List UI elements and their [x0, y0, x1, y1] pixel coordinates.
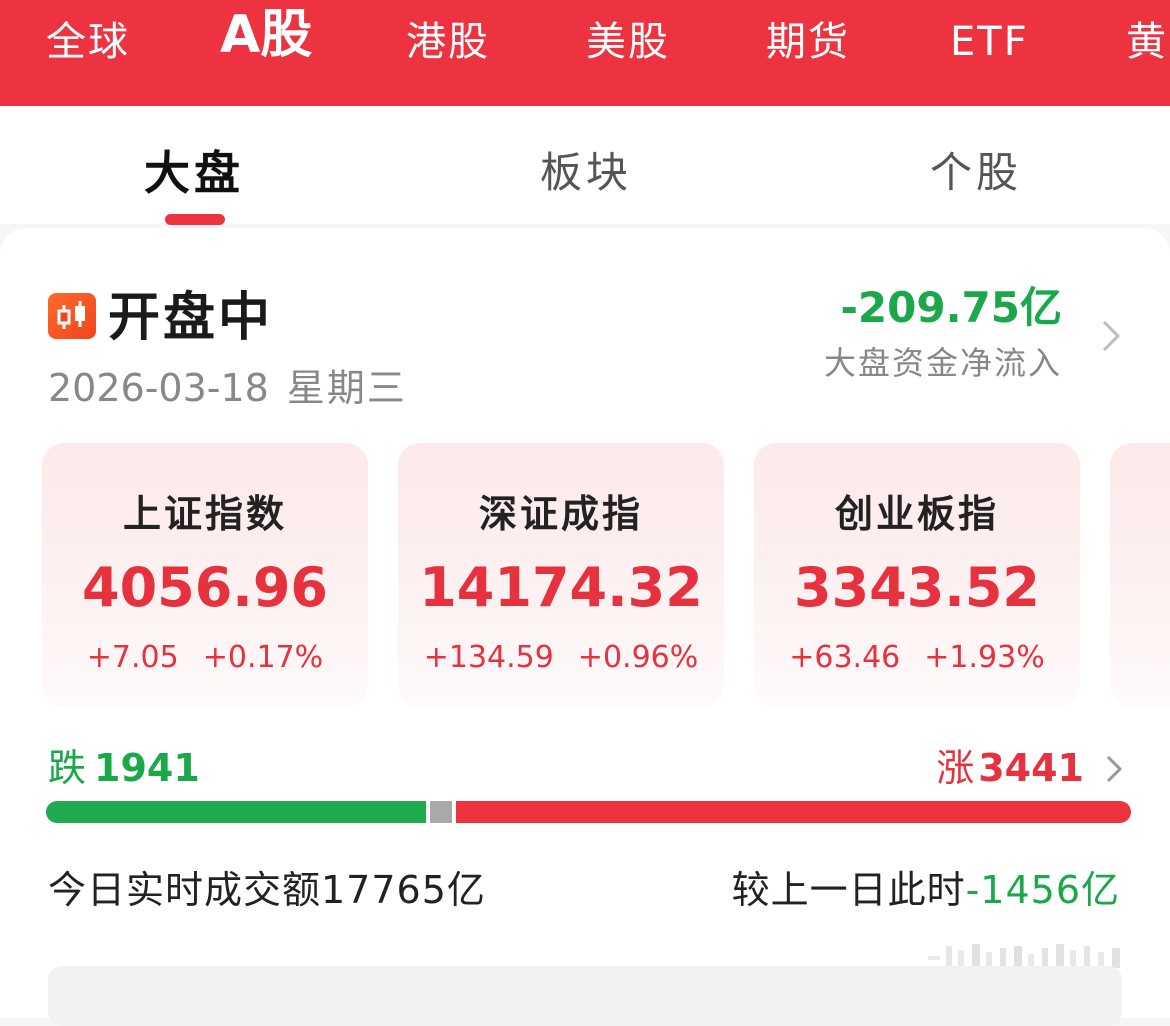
breadth-bar-advance — [456, 801, 1131, 823]
advancers-count[interactable]: 涨 3441 — [936, 742, 1084, 794]
tab-hk-stocks[interactable]: 港股 — [406, 14, 490, 70]
candlestick-icon — [48, 293, 96, 339]
index-change-percent: +0.17% — [202, 640, 324, 675]
tab-individual-stocks[interactable]: 个股 — [930, 144, 1022, 202]
advancers-label: 涨 — [936, 746, 975, 790]
tab-futures[interactable]: 期货 — [766, 14, 850, 70]
decliners-label: 跌 — [48, 746, 87, 790]
tab-sectors[interactable]: 板块 — [540, 144, 632, 202]
index-value: 4056.96 — [82, 556, 328, 619]
index-card-shanghai[interactable]: 上证指数 4056.96 +7.05 +0.17% — [42, 443, 368, 707]
index-change: +63.46 +1.93% — [754, 637, 1080, 679]
market-breadth-bar — [46, 801, 1131, 823]
index-name: 创业板指 — [834, 492, 999, 536]
index-value: 3343.52 — [794, 556, 1040, 619]
next-section-card — [48, 966, 1122, 1026]
decliners-number: 1941 — [94, 746, 200, 790]
tab-a-shares[interactable]: A股 — [220, 4, 312, 66]
chevron-right-icon[interactable] — [1096, 316, 1126, 356]
index-card-partial[interactable] — [1110, 443, 1170, 707]
weekday-text: 星期三 — [286, 366, 407, 410]
index-name: 上证指数 — [122, 492, 287, 536]
advancers-number: 3441 — [978, 746, 1084, 790]
net-inflow-label[interactable]: 大盘资金净流入 — [824, 340, 1062, 386]
active-tab-indicator — [165, 214, 225, 225]
tab-market-overview[interactable]: 大盘 — [144, 144, 244, 202]
index-change-points: +134.59 — [423, 640, 554, 675]
index-change-points: +63.46 — [789, 640, 901, 675]
decliners-count[interactable]: 跌 1941 — [48, 742, 200, 794]
tab-etf[interactable]: ETF — [950, 14, 1029, 70]
index-change: +134.59 +0.96% — [398, 637, 724, 679]
index-card-shenzhen[interactable]: 深证成指 14174.32 +134.59 +0.96% — [398, 443, 724, 707]
index-change-percent: +0.96% — [577, 640, 699, 675]
breadth-bar-flat — [430, 801, 452, 823]
sub-tab-bar: 大盘 板块 个股 — [0, 106, 1170, 225]
breadth-bar-decline — [46, 801, 426, 823]
index-card-chinext[interactable]: 创业板指 3343.52 +63.46 +1.93% — [754, 443, 1080, 707]
turnover-compare: 较上一日此时-1456亿 — [732, 864, 1120, 916]
index-value: 14174.32 — [419, 556, 703, 619]
index-change: +7.05 +0.17% — [42, 637, 368, 679]
index-name: 深证成指 — [478, 492, 643, 536]
turnover-compare-delta: -1456亿 — [965, 868, 1120, 912]
market-tab-bar: 全球 A股 港股 美股 期货 ETF 黄 — [0, 0, 1170, 106]
turnover-today: 今日实时成交额17765亿 — [48, 868, 486, 912]
turnover-compare-label: 较上一日此时 — [731, 868, 966, 912]
index-change-points: +7.05 — [86, 640, 179, 675]
index-change-percent: +1.93% — [924, 640, 1045, 675]
tab-global[interactable]: 全球 — [46, 14, 130, 70]
tab-gold[interactable]: 黄 — [1126, 14, 1168, 70]
date-text: 2026-03-18 — [48, 366, 269, 410]
net-inflow-value[interactable]: -209.75亿 — [840, 280, 1062, 336]
tab-us-stocks[interactable]: 美股 — [586, 14, 670, 70]
chevron-right-icon[interactable] — [1102, 752, 1126, 786]
market-date: 2026-03-18 星期三 — [48, 363, 407, 413]
market-status-title: 开盘中 — [108, 288, 274, 348]
